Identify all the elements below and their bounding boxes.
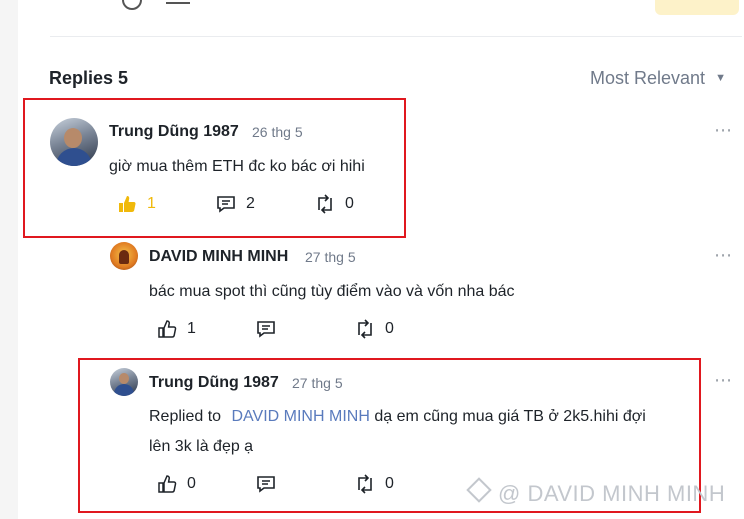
top-partial-icon-bar[interactable] [166, 0, 190, 4]
repost-icon [358, 319, 372, 339]
replies-title: Replies 5 [49, 68, 129, 88]
thumbs-up-icon [158, 320, 177, 338]
sort-label: Most Relevant [590, 68, 706, 88]
avatar[interactable] [110, 242, 138, 270]
like-count: 1 [187, 320, 196, 337]
more-options-icon[interactable]: ⋯ [714, 245, 733, 266]
comment-date: 27 thg 5 [305, 249, 356, 265]
watermark-logo-icon [466, 477, 492, 503]
comment-icon [257, 321, 275, 338]
more-options-icon[interactable]: ⋯ [714, 370, 733, 391]
top-partial-button[interactable] [655, 0, 739, 15]
sort-dropdown[interactable]: Most Relevant ▼ [590, 68, 726, 89]
comment-text: bác mua spot thì cũng tùy điểm vào và vố… [149, 283, 515, 300]
watermark-text: @ DAVID MINH MINH [498, 481, 726, 506]
divider [50, 36, 742, 37]
highlight-box [23, 98, 406, 238]
repost-count: 0 [385, 320, 394, 337]
chevron-down-icon: ▼ [715, 72, 726, 84]
comment-button[interactable] [256, 319, 286, 339]
comment-author[interactable]: DAVID MINH MINH [149, 248, 288, 266]
repost-button[interactable]: 0 [355, 319, 394, 339]
watermark: @ DAVID MINH MINH [466, 477, 726, 507]
like-button[interactable]: 1 [157, 319, 196, 339]
more-options-icon[interactable]: ⋯ [714, 120, 733, 141]
